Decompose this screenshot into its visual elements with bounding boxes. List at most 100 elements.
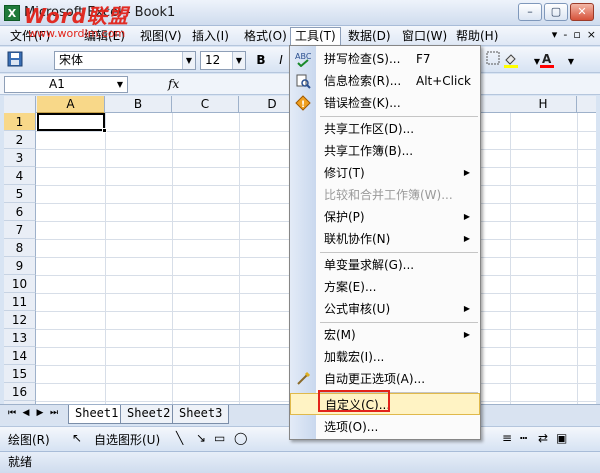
menu-item-online-collaboration[interactable]: 联机协作(N) ▶ bbox=[290, 228, 480, 250]
font-name-select[interactable]: 宋体 ▼ bbox=[54, 51, 196, 70]
chevron-down-icon[interactable]: ▼ bbox=[182, 52, 195, 69]
menu-help[interactable]: 帮助(H) bbox=[452, 28, 502, 44]
menu-item-spelling[interactable]: ABC 拼写检查(S)... F7 bbox=[290, 48, 480, 70]
doc-minimize-button[interactable]: - bbox=[563, 28, 567, 41]
menu-view[interactable]: 视图(V) bbox=[136, 28, 186, 44]
doc-close-button[interactable]: × bbox=[587, 28, 596, 41]
svg-text:A: A bbox=[542, 52, 552, 66]
italic-icon[interactable]: I bbox=[272, 51, 290, 69]
row-header-4[interactable]: 4 bbox=[4, 167, 36, 185]
font-color-icon[interactable]: A bbox=[538, 51, 556, 69]
close-button[interactable]: ✕ bbox=[570, 3, 594, 21]
column-header-b[interactable]: B bbox=[105, 96, 172, 113]
rectangle-tool-icon[interactable]: ▭ bbox=[214, 431, 225, 445]
sheet-tab-3[interactable]: Sheet3 bbox=[172, 405, 230, 424]
row-header-10[interactable]: 10 bbox=[4, 275, 36, 293]
select-objects-icon[interactable]: ↖ bbox=[72, 431, 82, 445]
menu-item-scenarios[interactable]: 方案(E)... bbox=[290, 276, 480, 298]
row-header-3[interactable]: 3 bbox=[4, 149, 36, 167]
menu-tools[interactable]: 工具(T) bbox=[290, 27, 341, 46]
row-header-13[interactable]: 13 bbox=[4, 329, 36, 347]
column-header-h[interactable]: H bbox=[510, 96, 577, 113]
chevron-down-icon[interactable]: ▼ bbox=[117, 77, 123, 92]
next-sheet-icon[interactable]: ▶ bbox=[34, 408, 46, 418]
line-style-icon[interactable]: ≡ bbox=[502, 431, 512, 445]
watermark-logo: Word联盟 bbox=[24, 4, 129, 28]
doc-restore-button[interactable]: ▫ bbox=[573, 28, 580, 41]
fill-color-icon[interactable] bbox=[502, 51, 520, 69]
tools-menu-dropdown: ABC 拼写检查(S)... F7 信息检索(R)... Alt+Click !… bbox=[289, 45, 481, 440]
highlight-annotation-box bbox=[318, 390, 390, 412]
menu-item-shared-workspace[interactable]: 共享工作区(D)... bbox=[290, 118, 480, 140]
bold-button[interactable]: B bbox=[252, 51, 270, 69]
chevron-down-icon[interactable]: ▼ bbox=[232, 52, 245, 69]
excel-app-icon[interactable]: X bbox=[4, 5, 20, 21]
window-controls: – ▢ ✕ bbox=[518, 3, 594, 21]
autocorrect-icon bbox=[295, 371, 311, 387]
minimize-button[interactable]: – bbox=[518, 3, 542, 21]
row-header-9[interactable]: 9 bbox=[4, 257, 36, 275]
chevron-right-icon: ▶ bbox=[463, 168, 470, 177]
row-header-16[interactable]: 16 bbox=[4, 383, 36, 401]
menu-item-share-workbook[interactable]: 共享工作簿(B)... bbox=[290, 140, 480, 162]
menu-item-track-changes[interactable]: 修订(T) ▶ bbox=[290, 162, 480, 184]
row-header-7[interactable]: 7 bbox=[4, 221, 36, 239]
dash-style-icon[interactable]: ┅ bbox=[520, 431, 527, 445]
chevron-right-icon: ▶ bbox=[463, 304, 470, 313]
maximize-button[interactable]: ▢ bbox=[544, 3, 568, 21]
menu-item-autocorrect[interactable]: 自动更正选项(A)... bbox=[290, 368, 480, 390]
menu-item-add-ins[interactable]: 加载宏(I)... bbox=[290, 346, 480, 368]
title-bar: X Microsoft Excel - Book1 Word联盟 – ▢ ✕ bbox=[0, 0, 600, 28]
row-header-14[interactable]: 14 bbox=[4, 347, 36, 365]
column-header-c[interactable]: C bbox=[172, 96, 239, 113]
menu-item-protection[interactable]: 保护(P) ▶ bbox=[290, 206, 480, 228]
menu-item-error-checking[interactable]: ! 错误检查(K)... bbox=[290, 92, 480, 114]
menu-item-research[interactable]: 信息检索(R)... Alt+Click bbox=[290, 70, 480, 92]
save-icon[interactable] bbox=[6, 51, 24, 69]
row-header-12[interactable]: 12 bbox=[4, 311, 36, 329]
sheet-tab-1[interactable]: Sheet1 bbox=[68, 405, 126, 424]
oval-tool-icon[interactable]: ◯ bbox=[234, 431, 247, 445]
arrow-tool-icon[interactable]: ↘ bbox=[196, 431, 206, 445]
spellcheck-icon: ABC bbox=[295, 51, 312, 68]
name-box[interactable]: A1 ▼ bbox=[4, 76, 128, 93]
last-sheet-icon[interactable]: ⏭ bbox=[48, 408, 60, 418]
menu-insert[interactable]: 插入(I) bbox=[188, 28, 233, 44]
status-text: 就绪 bbox=[8, 455, 33, 469]
row-header-5[interactable]: 5 bbox=[4, 185, 36, 203]
insert-function-icon[interactable]: fx bbox=[168, 77, 179, 91]
font-size-select[interactable]: 12 ▼ bbox=[200, 51, 246, 70]
shadow-style-icon[interactable]: ▣ bbox=[556, 431, 567, 445]
borders-icon[interactable] bbox=[484, 51, 502, 69]
menu-item-options[interactable]: 选项(O)... bbox=[290, 416, 480, 438]
autoshapes-button[interactable]: 自选图形(U) bbox=[94, 431, 160, 448]
row-header-15[interactable]: 15 bbox=[4, 365, 36, 383]
menu-format[interactable]: 格式(O) bbox=[240, 28, 291, 44]
menu-item-macro[interactable]: 宏(M) ▶ bbox=[290, 324, 480, 346]
chevron-right-icon: ▶ bbox=[463, 330, 470, 339]
draw-menu-button[interactable]: 绘图(R) bbox=[8, 431, 50, 448]
first-sheet-icon[interactable]: ⏮ bbox=[6, 408, 18, 418]
row-header-1[interactable]: 1 bbox=[4, 113, 36, 131]
sheet-tab-2[interactable]: Sheet2 bbox=[120, 405, 178, 424]
menu-window[interactable]: 窗口(W) bbox=[398, 28, 451, 44]
column-header-a[interactable]: A bbox=[37, 96, 105, 113]
prev-sheet-icon[interactable]: ◀ bbox=[20, 408, 32, 418]
chevron-down-icon[interactable]: ▾ bbox=[552, 28, 558, 41]
arrow-style-icon[interactable]: ⇄ bbox=[538, 431, 548, 445]
row-header-2[interactable]: 2 bbox=[4, 131, 36, 149]
select-all-corner[interactable] bbox=[4, 96, 36, 113]
watermark-url: www.wordlm.com bbox=[28, 27, 126, 40]
row-header-8[interactable]: 8 bbox=[4, 239, 36, 257]
menu-data[interactable]: 数据(D) bbox=[344, 28, 395, 44]
row-header-11[interactable]: 11 bbox=[4, 293, 36, 311]
menu-item-compare-merge: 比较和合并工作簿(W)... bbox=[324, 188, 453, 202]
active-cell-a1[interactable] bbox=[37, 113, 105, 131]
line-tool-icon[interactable]: ╲ bbox=[176, 431, 183, 445]
doc-window-controls: ▾ - ▫ × bbox=[552, 28, 596, 41]
chevron-down-icon[interactable]: ▼ bbox=[562, 51, 580, 69]
row-header-6[interactable]: 6 bbox=[4, 203, 36, 221]
menu-item-formula-auditing[interactable]: 公式审核(U) ▶ bbox=[290, 298, 480, 320]
menu-item-goal-seek[interactable]: 单变量求解(G)... bbox=[290, 254, 480, 276]
fill-handle[interactable] bbox=[102, 128, 107, 133]
